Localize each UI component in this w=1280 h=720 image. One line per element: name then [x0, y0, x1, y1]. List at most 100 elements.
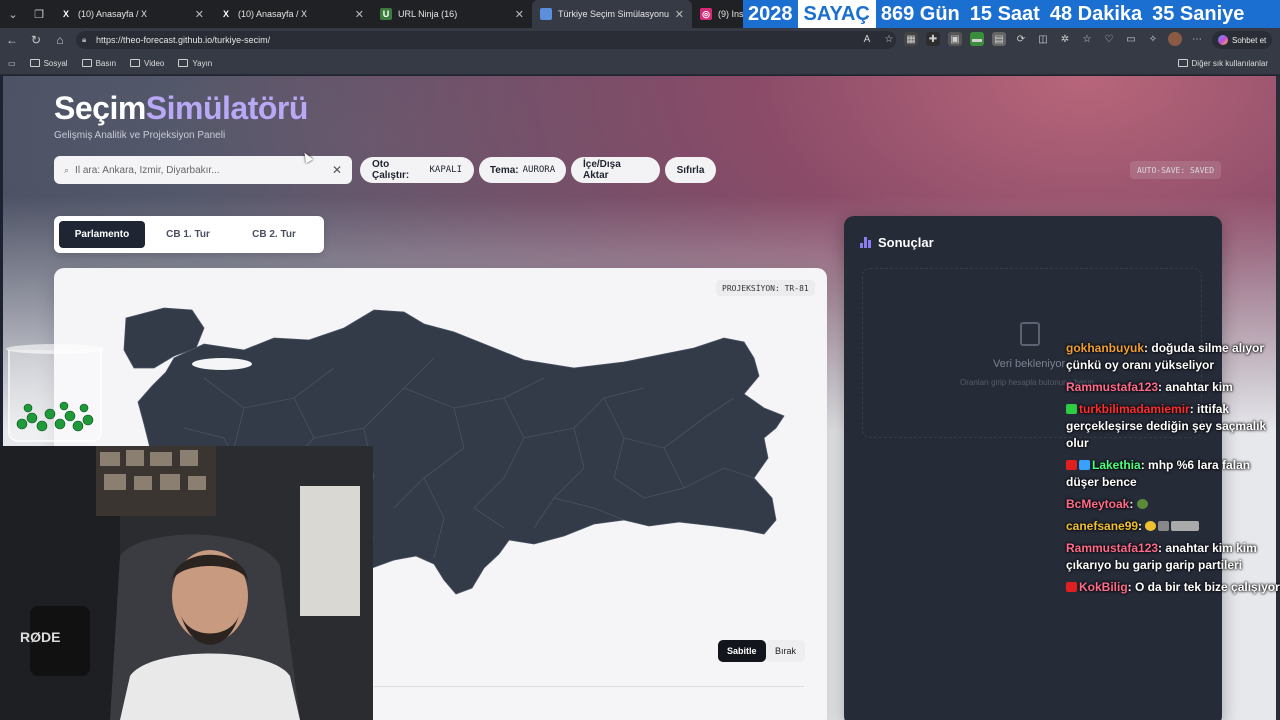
tab-actions-icon[interactable]: ⌄: [0, 0, 26, 28]
tab-cb-first-round[interactable]: CB 1. Tur: [145, 221, 231, 248]
other-bookmarks[interactable]: Diğer sık kullanılanlar: [1177, 58, 1268, 68]
bookmark-label: Sosyal: [43, 58, 68, 68]
tools-icon[interactable]: ✧: [1146, 32, 1160, 46]
app-logo: SeçimSimülatörü: [54, 90, 308, 127]
chat-message: BcMeytoak:: [1066, 496, 1280, 513]
browser-tab-3[interactable]: U URL Ninja (16) ✕: [372, 0, 532, 28]
counter-days: 869 Gün: [880, 2, 960, 25]
split-screen-icon[interactable]: ◫: [1036, 32, 1050, 46]
close-icon[interactable]: ✕: [515, 8, 524, 21]
chat-message: Rammustafa123: anahtar kim kim çıkarıyo …: [1066, 541, 1257, 572]
bookmark-yayin[interactable]: Yayın: [178, 59, 212, 68]
folder-icon: [81, 59, 92, 67]
chat-user: KokBilig: [1079, 580, 1128, 594]
extension-icon[interactable]: ▬: [970, 32, 984, 46]
x-icon: X: [62, 9, 69, 19]
bookmark-video[interactable]: Video: [130, 59, 164, 68]
browser-tab-4[interactable]: Türkiye Seçim Simülasyonu ✕: [532, 0, 692, 28]
badge-icon: [1066, 404, 1077, 414]
results-header: Sonuçlar: [860, 235, 934, 250]
read-aloud-icon[interactable]: A: [860, 32, 874, 46]
emote-icon: [1136, 499, 1148, 509]
chat-user: Rammustafa123: [1066, 541, 1159, 555]
bookmark-sosyal[interactable]: Sosyal: [29, 58, 68, 68]
svg-text:RØDE: RØDE: [20, 629, 60, 645]
heart-icon[interactable]: ♡: [1102, 32, 1116, 46]
chat-text: O da bir tek bize çalışıyor: [1135, 580, 1280, 594]
x-icon: X: [222, 9, 229, 19]
pin-button[interactable]: Sabitle: [718, 640, 766, 662]
extensions-toolbar: A ☆ ▦ ✚ ▣ ▬ ▤ ⟳ ◫ ✲ ☆ ♡ ▭ ✧ ⋯: [860, 32, 1204, 46]
reset-button[interactable]: Sıfırla: [665, 157, 716, 183]
chat-message: Lakethia: mhp %6 lara falan düşer bence: [1066, 458, 1251, 489]
clear-icon[interactable]: ✕: [332, 163, 342, 177]
extension-icon[interactable]: ▣: [948, 32, 962, 46]
reading-list-icon[interactable]: ▭: [8, 59, 16, 68]
tab-label: URL Ninja (16): [398, 9, 458, 19]
brand-text: Seçim: [54, 90, 146, 126]
close-icon[interactable]: ✕: [675, 8, 684, 21]
favorites-icon[interactable]: ☆: [1080, 32, 1094, 46]
home-icon[interactable]: ⌂: [48, 28, 72, 52]
theme-toggle[interactable]: Tema: AURORA: [479, 157, 566, 183]
jar-contents: [16, 401, 94, 432]
search-input[interactable]: [75, 164, 316, 176]
import-export-button[interactable]: İçe/Dışa Aktar: [571, 157, 660, 183]
counter-word: SAYAÇ: [797, 0, 876, 28]
document-icon: [1020, 322, 1040, 346]
close-icon[interactable]: ✕: [355, 8, 364, 21]
stream-chat-overlay: gokhanbuyuk: doğuda silme alıyor çünkü o…: [1066, 340, 1280, 601]
workspaces-icon[interactable]: ❐: [26, 0, 52, 28]
reset-label: Sıfırla: [676, 164, 705, 176]
url-text: https://theo-forecast.github.io/turkiye-…: [96, 35, 271, 45]
extensions-icon[interactable]: ✲: [1058, 32, 1072, 46]
address-bar-row: ← ↻ ⌂ 🔒︎ https://theo-forecast.github.io…: [0, 28, 1280, 52]
bookmark-label: Basın: [95, 58, 117, 68]
jar-rim: [6, 344, 104, 354]
folder-icon: [130, 59, 141, 67]
copilot-button[interactable]: Sohbet et: [1212, 31, 1273, 49]
results-empty-text: Veri bekleniyor: [993, 358, 1066, 370]
tab-label: (10) Anasayfa / X: [238, 9, 308, 19]
bookmarks-bar: ▭ Sosyal Basın Video Yayın Diğer sık kul…: [0, 52, 1280, 75]
extension-icon[interactable]: ▤: [992, 32, 1006, 46]
lock-icon: 🔒︎: [82, 35, 87, 44]
projection-badge: PROJEKSİYON: TR-81: [716, 280, 815, 296]
bookmark-label: Diğer sık kullanılanlar: [1191, 58, 1268, 68]
bookmark-label: Video: [144, 58, 165, 68]
favorite-star-icon[interactable]: ☆: [882, 32, 896, 46]
countdown-banner: 2028 SAYAÇ 869 Gün 15 Saat 48 Dakika 35 …: [743, 0, 1280, 28]
tab-cb-second-round[interactable]: CB 2. Tur: [231, 221, 317, 248]
autorun-toggle[interactable]: Oto Çalıştır: KAPALI: [360, 157, 474, 183]
chat-user: canefsane99: [1066, 519, 1139, 533]
map-marmara-sea: [192, 358, 252, 370]
collections-icon[interactable]: ▭: [1124, 32, 1138, 46]
counter-hours: 15 Saat: [969, 2, 1040, 25]
import-export-label: İçe/Dışa Aktar: [583, 159, 621, 181]
copilot-label: Sohbet et: [1232, 35, 1267, 45]
browser-tab-2[interactable]: X (10) Anasayfa / X ✕: [212, 0, 372, 28]
browser-tab-1[interactable]: X (10) Anasayfa / X ✕: [52, 0, 212, 28]
reload-icon[interactable]: ↻: [24, 28, 48, 52]
refresh-extension-icon[interactable]: ⟳: [1014, 32, 1028, 46]
more-icon[interactable]: ⋯: [1190, 32, 1204, 46]
back-icon[interactable]: ←: [0, 28, 24, 52]
tab-label: (10) Anasayfa / X: [78, 9, 148, 19]
release-button[interactable]: Bırak: [766, 640, 806, 662]
badge-icon: [1079, 460, 1090, 470]
autosave-status: AUTO-SAVE: SAVED: [1130, 161, 1222, 179]
chat-user: Rammustafa123: [1066, 380, 1159, 394]
extension-icon[interactable]: ▦: [904, 32, 918, 46]
tab-parlamento[interactable]: Parlamento: [59, 221, 145, 248]
extension-icon[interactable]: ✚: [926, 32, 940, 46]
close-icon[interactable]: ✕: [195, 8, 204, 21]
chat-message: canefsane99:: [1066, 518, 1280, 535]
bookmark-basin[interactable]: Basın: [81, 58, 117, 68]
autorun-value: KAPALI: [429, 165, 462, 175]
avatar[interactable]: [1168, 32, 1182, 46]
chat-message: gokhanbuyuk: doğuda silme alıyor çünkü o…: [1066, 341, 1265, 372]
counter-seconds: 35 Saniye: [1152, 2, 1245, 25]
url-ninja-icon: U: [380, 8, 392, 20]
url-field[interactable]: 🔒︎ https://theo-forecast.github.io/turki…: [76, 31, 896, 49]
bar-chart-icon: [860, 237, 872, 248]
